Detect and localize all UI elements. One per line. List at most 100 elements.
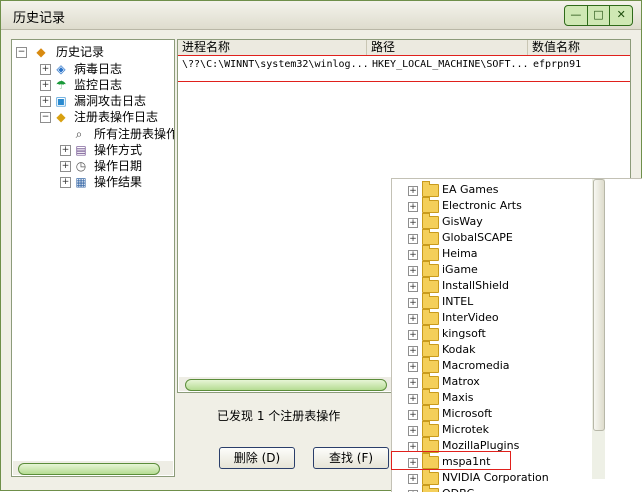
search-icon: ⌕ — [75, 127, 83, 141]
folder-icon — [422, 325, 439, 341]
folder-item[interactable]: + NVIDIA Corporation — [392, 469, 592, 486]
expand-icon[interactable]: + — [408, 298, 418, 308]
result-icon: ▦ — [75, 175, 87, 189]
expand-icon[interactable]: + — [60, 145, 71, 156]
expand-icon[interactable]: + — [408, 378, 418, 388]
minimize-button[interactable]: — — [565, 6, 588, 25]
folder-item[interactable]: + Electronic Arts — [392, 197, 592, 214]
expand-icon[interactable]: + — [408, 474, 418, 484]
folder-icon — [422, 277, 439, 293]
folder-item[interactable]: + GlobalSCAPE — [392, 229, 592, 246]
tree-hscroll-thumb[interactable] — [18, 463, 160, 475]
folder-label: ODBC — [442, 487, 474, 492]
window-title: 历史记录 — [13, 11, 66, 26]
expand-icon[interactable]: + — [408, 266, 418, 276]
folder-icon — [422, 405, 439, 421]
registry-folder-tree[interactable]: + EA Games + Electronic Arts + GisWay + GlobalS… — [391, 178, 642, 492]
column-value-name[interactable]: 数值名称 — [528, 40, 630, 55]
folder-item[interactable]: + Matrox — [392, 373, 592, 390]
title-bar[interactable]: 历史记录 — □ ✕ — [1, 1, 641, 30]
tree-item-all-registry-ops[interactable]: ⌕ 所有注册表操作 — [56, 126, 174, 142]
folder-item[interactable]: + kingsoft — [392, 325, 592, 342]
folder-item[interactable]: + Microsoft — [392, 405, 592, 422]
operation-icon: ▤ — [75, 143, 87, 157]
registry-log-icon: ◆ — [56, 110, 66, 124]
folder-label: GisWay — [442, 215, 483, 228]
column-process-name[interactable]: 进程名称 — [178, 40, 367, 55]
folder-icon — [422, 213, 439, 229]
folder-item[interactable]: + EA Games — [392, 181, 592, 198]
folder-icon — [422, 373, 439, 389]
folder-item[interactable]: + Maxis — [392, 389, 592, 406]
folder-item[interactable]: + Macromedia — [392, 357, 592, 374]
folder-label: Matrox — [442, 375, 480, 388]
folder-item[interactable]: + Heima — [392, 245, 592, 262]
folder-icon — [422, 181, 439, 197]
collapse-icon[interactable]: − — [16, 47, 27, 58]
expand-icon[interactable]: + — [408, 234, 418, 244]
folder-icon — [422, 197, 439, 213]
expand-icon[interactable]: + — [408, 250, 418, 260]
expand-icon[interactable]: + — [40, 96, 51, 107]
folder-label: Heima — [442, 247, 478, 260]
tree-hscrollbar[interactable] — [13, 461, 173, 475]
expand-icon[interactable]: + — [408, 394, 418, 404]
log-tree[interactable]: − ◆ 历史记录 + ◈ 病毒日志 + ☂ 监控日志 + ▣ 漏洞攻击日志 − … — [11, 39, 175, 477]
virus-log-icon: ◈ — [56, 62, 66, 76]
folder-vscrollbar[interactable] — [592, 179, 605, 479]
highlight-box — [178, 55, 630, 82]
folder-label: Maxis — [442, 391, 474, 404]
expand-icon[interactable]: + — [60, 177, 71, 188]
folder-item[interactable]: + InterVideo — [392, 309, 592, 326]
folder-item[interactable]: + InstallShield — [392, 277, 592, 294]
expand-icon[interactable]: + — [408, 330, 418, 340]
folder-label: INTEL — [442, 295, 474, 308]
folder-icon — [422, 485, 439, 492]
close-button[interactable]: ✕ — [610, 6, 632, 25]
maximize-button[interactable]: □ — [588, 6, 611, 25]
expand-icon[interactable]: + — [408, 202, 418, 212]
folder-item[interactable]: + GisWay — [392, 213, 592, 230]
folder-label: InterVideo — [442, 311, 499, 324]
expand-icon[interactable]: + — [40, 64, 51, 75]
folder-label: Kodak — [442, 343, 476, 356]
expand-icon[interactable]: + — [408, 282, 418, 292]
folder-icon — [422, 261, 439, 277]
folder-label: NVIDIA Corporation — [442, 471, 549, 484]
expand-icon[interactable]: + — [408, 362, 418, 372]
expand-icon[interactable]: + — [408, 314, 418, 324]
folder-item[interactable]: + Microtek — [392, 421, 592, 438]
list-header: 进程名称 路径 数值名称 — [178, 40, 630, 56]
expand-icon[interactable]: + — [408, 346, 418, 356]
status-text: 已发现 1 个注册表操作 — [217, 409, 341, 423]
folder-icon — [422, 421, 439, 437]
history-icon: ◆ — [36, 45, 46, 59]
expand-icon[interactable]: + — [408, 186, 418, 196]
expand-icon[interactable]: + — [60, 161, 71, 172]
delete-button[interactable]: 删除 (D) — [219, 447, 295, 469]
folder-item[interactable]: +ODBC — [392, 485, 592, 492]
folder-icon — [422, 309, 439, 325]
window-controls: — □ ✕ — [564, 5, 633, 26]
find-button[interactable]: 查找 (F) — [313, 447, 389, 469]
expand-icon[interactable]: + — [40, 80, 51, 91]
folder-vscroll-thumb[interactable] — [593, 179, 605, 431]
folder-icon — [422, 229, 439, 245]
expand-icon[interactable]: + — [408, 218, 418, 228]
expand-icon[interactable]: + — [408, 426, 418, 436]
folder-label: iGame — [442, 263, 478, 276]
folder-label: kingsoft — [442, 327, 486, 340]
folder-label: Microtek — [442, 423, 490, 436]
folder-item[interactable]: + Kodak — [392, 341, 592, 358]
folder-icon — [422, 357, 439, 373]
column-path[interactable]: 路径 — [367, 40, 528, 55]
folder-label: Microsoft — [442, 407, 493, 420]
folder-icon — [422, 245, 439, 261]
folder-item[interactable]: + iGame — [392, 261, 592, 278]
folder-icon — [422, 389, 439, 405]
folder-item[interactable]: + INTEL — [392, 293, 592, 310]
collapse-icon[interactable]: − — [40, 112, 51, 123]
list-hscroll-thumb[interactable] — [185, 379, 387, 391]
folder-icon — [422, 341, 439, 357]
expand-icon[interactable]: + — [408, 410, 418, 420]
